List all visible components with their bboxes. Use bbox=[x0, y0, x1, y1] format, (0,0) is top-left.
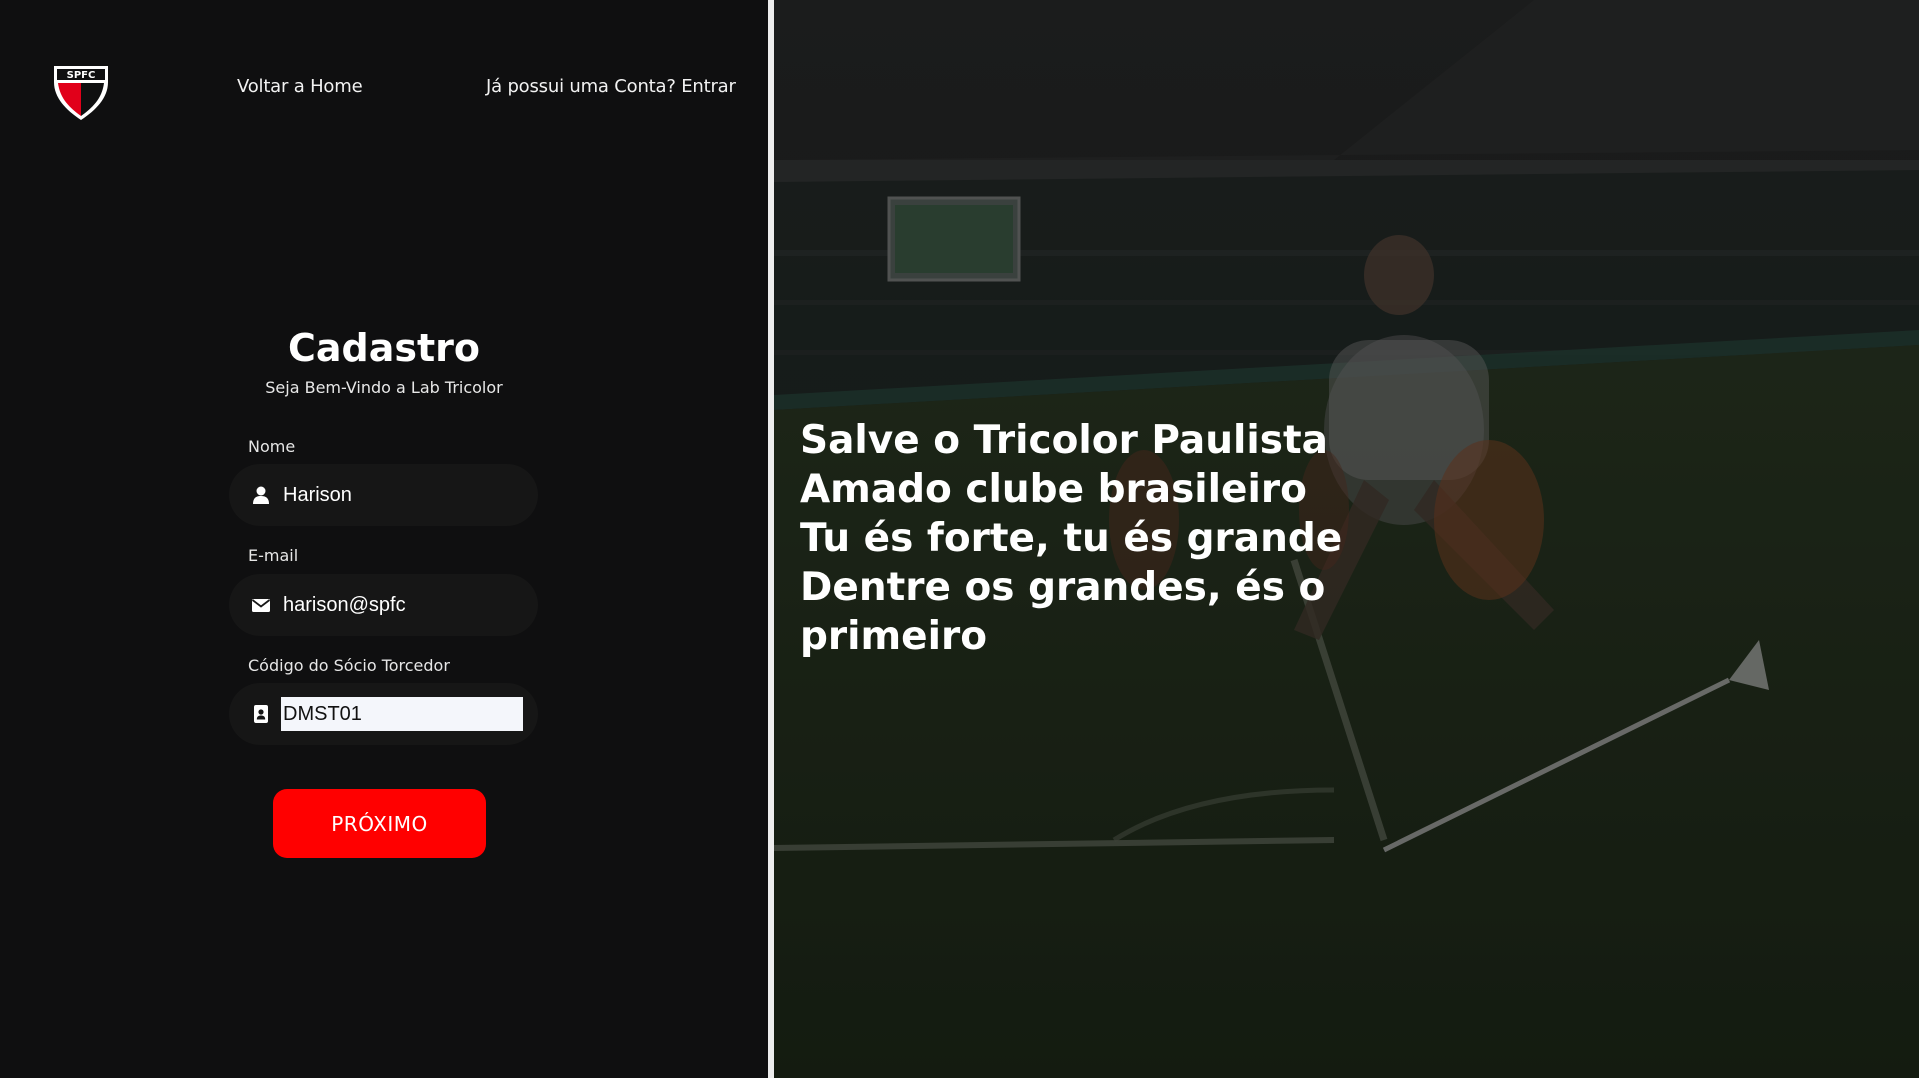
page-subtitle: Seja Bem-Vindo a Lab Tricolor bbox=[265, 378, 503, 397]
app-root: SPFC Voltar a Home Já possui uma Conta? … bbox=[0, 0, 1919, 1078]
name-input[interactable] bbox=[281, 478, 523, 512]
id-badge-icon bbox=[254, 705, 268, 723]
member-code-label: Código do Sócio Torcedor bbox=[248, 656, 450, 675]
email-input[interactable] bbox=[281, 588, 523, 622]
anthem-line: Salve o Tricolor Paulista bbox=[800, 418, 1328, 463]
email-label: E-mail bbox=[248, 546, 299, 565]
signup-panel: SPFC Voltar a Home Já possui uma Conta? … bbox=[0, 0, 768, 1078]
logo-text: SPFC bbox=[67, 70, 96, 81]
envelope-icon bbox=[251, 599, 271, 612]
login-link[interactable]: Já possui uma Conta? Entrar bbox=[486, 76, 736, 97]
anthem-text: Salve o Tricolor Paulista Amado clube br… bbox=[800, 416, 1360, 661]
member-code-field bbox=[229, 683, 538, 745]
anthem-line: Amado clube brasileiro bbox=[800, 467, 1307, 512]
name-label: Nome bbox=[248, 437, 296, 456]
spfc-logo[interactable]: SPFC bbox=[52, 64, 110, 122]
next-button[interactable]: PRÓXIMO bbox=[273, 789, 486, 858]
back-home-link[interactable]: Voltar a Home bbox=[237, 76, 363, 97]
anthem-line: Tu és forte, tu és grande bbox=[800, 516, 1343, 561]
email-field bbox=[229, 574, 538, 636]
anthem-line: primeiro bbox=[800, 614, 988, 659]
user-icon bbox=[253, 486, 269, 504]
member-code-input[interactable] bbox=[281, 697, 523, 731]
hero-panel: Salve o Tricolor Paulista Amado clube br… bbox=[774, 0, 1919, 1078]
page-title: Cadastro bbox=[287, 326, 480, 370]
name-field bbox=[229, 464, 538, 526]
anthem-line: Dentre os grandes, és o bbox=[800, 565, 1326, 610]
